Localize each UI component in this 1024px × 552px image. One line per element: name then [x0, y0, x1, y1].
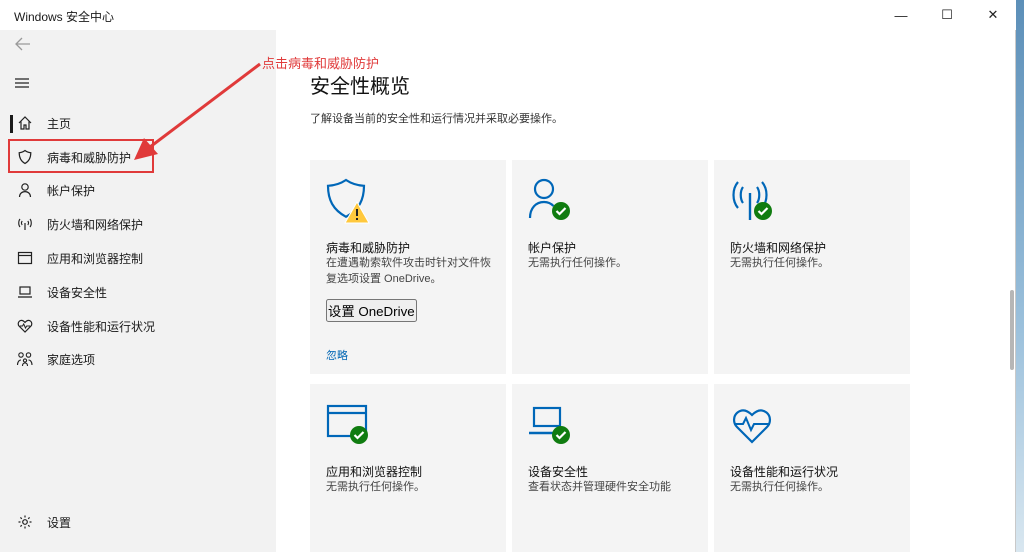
desktop-background — [1016, 0, 1024, 552]
card-description: 查看状态并管理硬件安全功能 — [528, 481, 671, 493]
card-virus-protection[interactable]: 病毒和威胁防护 在遭遇勒索软件攻击时针对文件恢复选项设置 OneDrive。 — [310, 160, 506, 374]
card-description: 无需执行任何操作。 — [730, 257, 829, 269]
back-arrow-icon — [15, 37, 30, 51]
sidebar-item-label: 应用和浏览器控制 — [47, 251, 144, 266]
card-app-browser[interactable]: 应用和浏览器控制 无需执行任何操作。 — [310, 384, 506, 552]
gear-icon — [16, 513, 34, 531]
card-title: 设备性能和运行状况 — [730, 465, 839, 479]
hamburger-menu-button[interactable] — [14, 76, 34, 92]
heart-pulse-icon — [730, 402, 778, 450]
sidebar-item-settings[interactable]: 设置 — [0, 507, 276, 537]
laptop-icon — [16, 283, 34, 301]
title-bar: Windows 安全中心 — ☐ ✕ — [0, 0, 1016, 30]
page-subtitle: 了解设备当前的安全性和运行情况并采取必要操作。 — [310, 113, 563, 125]
browser-ok-icon — [326, 402, 374, 450]
security-center-window: Windows 安全中心 — ☐ ✕ 主页 病毒和威胁防护 帐户保护 防火墙和网… — [0, 0, 1016, 552]
card-title: 病毒和威胁防护 — [326, 241, 411, 255]
hamburger-icon — [15, 78, 29, 88]
card-description: 无需执行任何操作。 — [326, 481, 425, 493]
back-button[interactable] — [14, 36, 34, 52]
heart-icon — [16, 317, 34, 335]
card-firewall[interactable]: 防火墙和网络保护 无需执行任何操作。 — [714, 160, 910, 374]
person-icon — [16, 181, 34, 199]
sidebar-item-label: 帐户保护 — [47, 183, 96, 198]
page-title: 安全性概览 — [310, 76, 410, 98]
sidebar-item-firewall[interactable]: 防火墙和网络保护 — [0, 209, 276, 239]
sidebar-item-label: 主页 — [47, 116, 72, 131]
maximize-button[interactable]: ☐ — [924, 0, 970, 30]
close-button[interactable]: ✕ — [970, 0, 1016, 30]
wifi-ok-icon — [730, 178, 778, 226]
laptop-ok-icon — [528, 402, 576, 450]
sidebar-item-device-security[interactable]: 设备安全性 — [0, 277, 276, 307]
card-title: 帐户保护 — [528, 241, 577, 255]
dismiss-link[interactable]: 忽略 — [326, 347, 348, 363]
sidebar-item-label: 家庭选项 — [47, 352, 96, 367]
sidebar-item-label: 设备安全性 — [47, 285, 108, 300]
card-account-protection[interactable]: 帐户保护 无需执行任何操作。 — [512, 160, 708, 374]
sidebar-item-app-browser[interactable]: 应用和浏览器控制 — [0, 243, 276, 273]
close-icon: ✕ — [987, 7, 999, 22]
sidebar-item-label: 防火墙和网络保护 — [47, 217, 144, 232]
sidebar-item-family-options[interactable]: 家庭选项 — [0, 344, 276, 374]
main-content: 安全性概览 了解设备当前的安全性和运行情况并采取必要操作。 病毒和威胁防护 在遭… — [276, 30, 1016, 552]
card-description: 无需执行任何操作。 — [730, 481, 829, 493]
card-device-health[interactable]: 设备性能和运行状况 无需执行任何操作。 — [714, 384, 910, 552]
sidebar-item-device-health[interactable]: 设备性能和运行状况 — [0, 311, 276, 341]
annotation-arrow — [134, 62, 261, 160]
sidebar-item-account-protection[interactable]: 帐户保护 — [0, 175, 276, 205]
settings-label: 设置 — [47, 515, 72, 530]
maximize-icon: ☐ — [941, 7, 953, 22]
wifi-icon — [16, 215, 34, 233]
card-title: 防火墙和网络保护 — [730, 241, 827, 255]
setup-onedrive-button[interactable]: 设置 OneDrive — [326, 299, 417, 322]
card-title: 设备安全性 — [528, 465, 589, 479]
person-ok-icon — [528, 178, 576, 226]
card-description: 在遭遇勒索软件攻击时针对文件恢复选项设置 OneDrive。 — [326, 257, 491, 285]
card-device-security[interactable]: 设备安全性 查看状态并管理硬件安全功能 — [512, 384, 708, 552]
family-icon — [16, 350, 34, 368]
sidebar-item-label: 设备性能和运行状况 — [47, 319, 156, 334]
home-icon — [16, 114, 34, 132]
card-title: 应用和浏览器控制 — [326, 465, 423, 479]
minimize-button[interactable]: — — [878, 0, 924, 30]
browser-window-icon — [16, 249, 34, 267]
window-title: Windows 安全中心 — [14, 10, 115, 24]
shield-warning-icon — [326, 178, 374, 226]
card-description: 无需执行任何操作。 — [528, 257, 627, 269]
minimize-icon: — — [894, 7, 908, 23]
scrollbar-thumb[interactable] — [1010, 290, 1014, 370]
